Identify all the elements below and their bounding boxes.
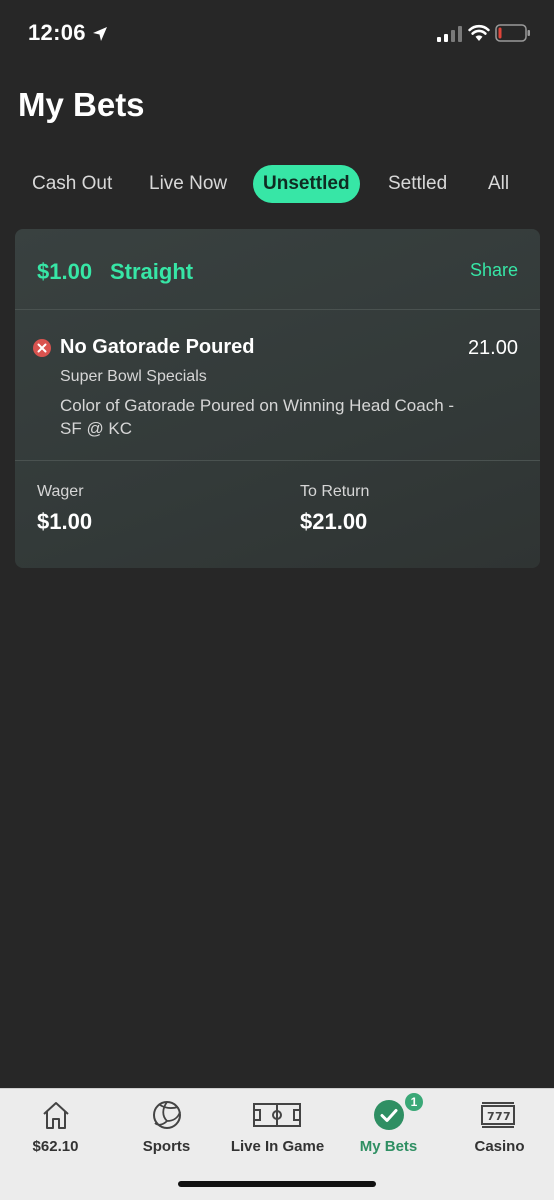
share-button[interactable]: Share xyxy=(470,260,518,281)
svg-text:7: 7 xyxy=(495,1110,503,1123)
nav-item-casino[interactable]: 7 7 7 Casino xyxy=(444,1089,554,1169)
svg-text:7: 7 xyxy=(503,1110,511,1123)
tab-live-now[interactable]: Live Now xyxy=(149,165,227,203)
nav-label: Sports xyxy=(142,1138,191,1155)
location-arrow-icon xyxy=(93,27,107,41)
nav-item-my-bets[interactable]: My Bets xyxy=(333,1089,444,1169)
nav-label: $62.10 xyxy=(32,1138,79,1155)
checkmark-circle-icon xyxy=(374,1100,404,1130)
status-time: 12:06 xyxy=(28,20,86,45)
home-icon xyxy=(43,1102,69,1129)
bet-filter-tabs: Cash Out Live Now Unsettled Settled All xyxy=(0,163,554,207)
home-indicator[interactable] xyxy=(178,1181,376,1187)
my-bets-count-badge: 1 xyxy=(405,1093,423,1111)
nav-item-live-in-game[interactable]: Live In Game xyxy=(222,1089,333,1169)
to-return-value: $21.00 xyxy=(300,509,368,534)
status-bar: 12:06 xyxy=(0,0,554,66)
battery-low-icon xyxy=(495,24,530,42)
wifi-icon xyxy=(468,24,490,41)
bet-card-header: $1.00 Straight Share xyxy=(15,229,540,310)
wager-label: Wager xyxy=(37,483,84,500)
wager-value: $1.00 xyxy=(37,509,93,534)
tab-unsettled[interactable]: Unsettled xyxy=(253,165,360,203)
selection-league: Super Bowl Specials xyxy=(60,368,207,385)
my-bets-screen: 12:06 My Bets Cash Out Live Now Unsettle… xyxy=(0,0,554,1200)
to-return-label: To Return xyxy=(300,483,370,500)
bet-card[interactable]: $1.00 Straight Share No Gatorade Poured … xyxy=(15,229,540,568)
bet-stake: $1.00 xyxy=(37,259,93,284)
volleyball-icon xyxy=(153,1101,181,1129)
tab-all[interactable]: All xyxy=(488,165,509,203)
svg-text:7: 7 xyxy=(487,1110,495,1123)
soccer-field-icon xyxy=(253,1103,301,1127)
nav-item-balance[interactable]: $62.10 xyxy=(0,1089,111,1169)
selection-market: Color of Gatorade Poured on Winning Head… xyxy=(60,396,455,438)
lost-x-icon xyxy=(33,339,51,357)
divider xyxy=(15,309,540,310)
selection-name: No Gatorade Poured xyxy=(60,336,255,358)
divider xyxy=(15,460,540,461)
nav-item-sports[interactable]: Sports xyxy=(111,1089,222,1169)
cellular-signal-icon xyxy=(437,26,462,42)
bet-type: Straight xyxy=(110,259,194,284)
slot-machine-icon: 7 7 7 xyxy=(481,1102,515,1128)
tab-settled[interactable]: Settled xyxy=(388,165,447,203)
tab-cash-out[interactable]: Cash Out xyxy=(32,165,112,203)
nav-label: Live In Game xyxy=(230,1138,325,1155)
selection-odds: 21.00 xyxy=(467,337,518,359)
nav-label: My Bets xyxy=(359,1138,418,1155)
nav-label: Casino xyxy=(474,1138,525,1155)
page-title: My Bets xyxy=(18,86,145,123)
